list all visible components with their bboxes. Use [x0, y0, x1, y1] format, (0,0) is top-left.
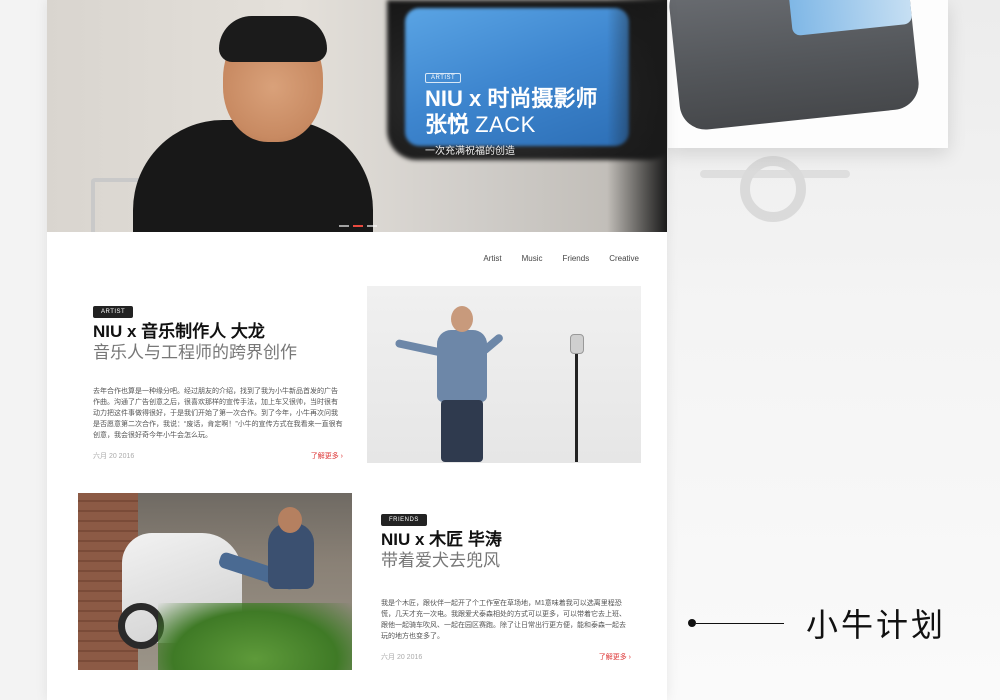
hero-name-en: ZACK: [475, 112, 536, 137]
hero-badge: ARTIST: [425, 73, 462, 83]
read-more-link[interactable]: 了解更多 ›: [311, 451, 343, 461]
article-date: 六月 20 2016: [93, 453, 135, 460]
hero-name-cn: 张悦: [425, 112, 470, 137]
carousel-dot[interactable]: [339, 225, 349, 227]
nav-item-music[interactable]: Music: [522, 254, 543, 263]
hero-title-name: 张悦 ZACK: [425, 112, 597, 138]
web-page: ARTIST NIU x 时尚摄影师 张悦 ZACK 一次充满祝福的创造 Art…: [47, 0, 667, 700]
article-card: FRIENDS NIU x 木匠 毕涛 带着爱犬去兜风 我是个木匠，跟伙伴一起开…: [381, 508, 631, 662]
person-legs: [441, 400, 483, 462]
microphone-icon: [570, 334, 584, 354]
caption-text: 小牛计划: [806, 607, 947, 643]
article-card: ARTIST NIU x 音乐制作人 大龙 音乐人与工程师的跨界创作 去年合作也…: [93, 300, 343, 461]
hero-banner[interactable]: ARTIST NIU x 时尚摄影师 张悦 ZACK 一次充满祝福的创造: [47, 0, 667, 232]
article-date: 六月 20 2016: [381, 654, 423, 661]
chevron-right-icon: ›: [340, 453, 343, 460]
caption-line: [696, 622, 784, 624]
article-photo[interactable]: [367, 286, 641, 463]
article-meta: 六月 20 2016 了解更多 ›: [93, 451, 343, 461]
read-more-label: 了解更多: [310, 453, 339, 460]
carousel-dot-active[interactable]: [353, 225, 363, 227]
section-caption: 小牛计划: [688, 600, 946, 646]
article-subtitle: 音乐人与工程师的跨界创作: [93, 343, 297, 362]
hero-title: NIU x 时尚摄影师: [425, 86, 598, 111]
device-graphic: [668, 0, 922, 133]
nav-item-friends[interactable]: Friends: [563, 254, 590, 263]
carousel-dot[interactable]: [367, 225, 377, 227]
hero-edge: [607, 0, 667, 232]
person-head: [451, 306, 473, 332]
article-body: 我是个木匠，跟伙伴一起开了个工作室在草场地，M1意味着我可以选离里程恐慌，几天才…: [381, 600, 626, 640]
article-title[interactable]: NIU x 木匠 毕涛: [381, 530, 631, 550]
article-badge: FRIENDS: [381, 514, 427, 526]
read-more-link[interactable]: 了解更多 ›: [599, 652, 631, 662]
scooter-wheel: [740, 156, 806, 222]
hero-text: ARTIST NIU x 时尚摄影师 张悦 ZACK 一次充满祝福的创造: [425, 66, 597, 157]
nav-item-artist[interactable]: Artist: [483, 254, 501, 263]
hero-subtitle: 一次充满祝福的创造: [425, 146, 515, 157]
plants: [158, 603, 352, 670]
read-more-label: 了解更多: [598, 654, 627, 661]
carousel-dots: [339, 225, 377, 227]
category-nav: Artist Music Friends Creative: [483, 254, 639, 263]
scooter-reflection: [700, 150, 850, 230]
product-image: [668, 0, 948, 148]
person-body: [437, 330, 487, 402]
article-badge: ARTIST: [93, 306, 134, 318]
device-screen: [788, 0, 913, 37]
article-body: 去年合作也算是一种缘分吧。经过朋友的介绍，找到了我为小牛新品首发的广告作曲。沟通…: [93, 388, 343, 439]
chevron-right-icon: ›: [628, 654, 631, 661]
article-meta: 六月 20 2016 了解更多 ›: [381, 652, 631, 662]
article-subtitle: 带着爱犬去兜风: [381, 551, 500, 570]
nav-item-creative[interactable]: Creative: [609, 254, 639, 263]
article-photo[interactable]: [78, 493, 352, 670]
bullet-dot-icon: [688, 619, 696, 627]
person-head: [278, 507, 302, 533]
mic-stand: [575, 342, 578, 462]
person-hair: [219, 16, 327, 62]
article-title[interactable]: NIU x 音乐制作人 大龙: [93, 322, 343, 342]
